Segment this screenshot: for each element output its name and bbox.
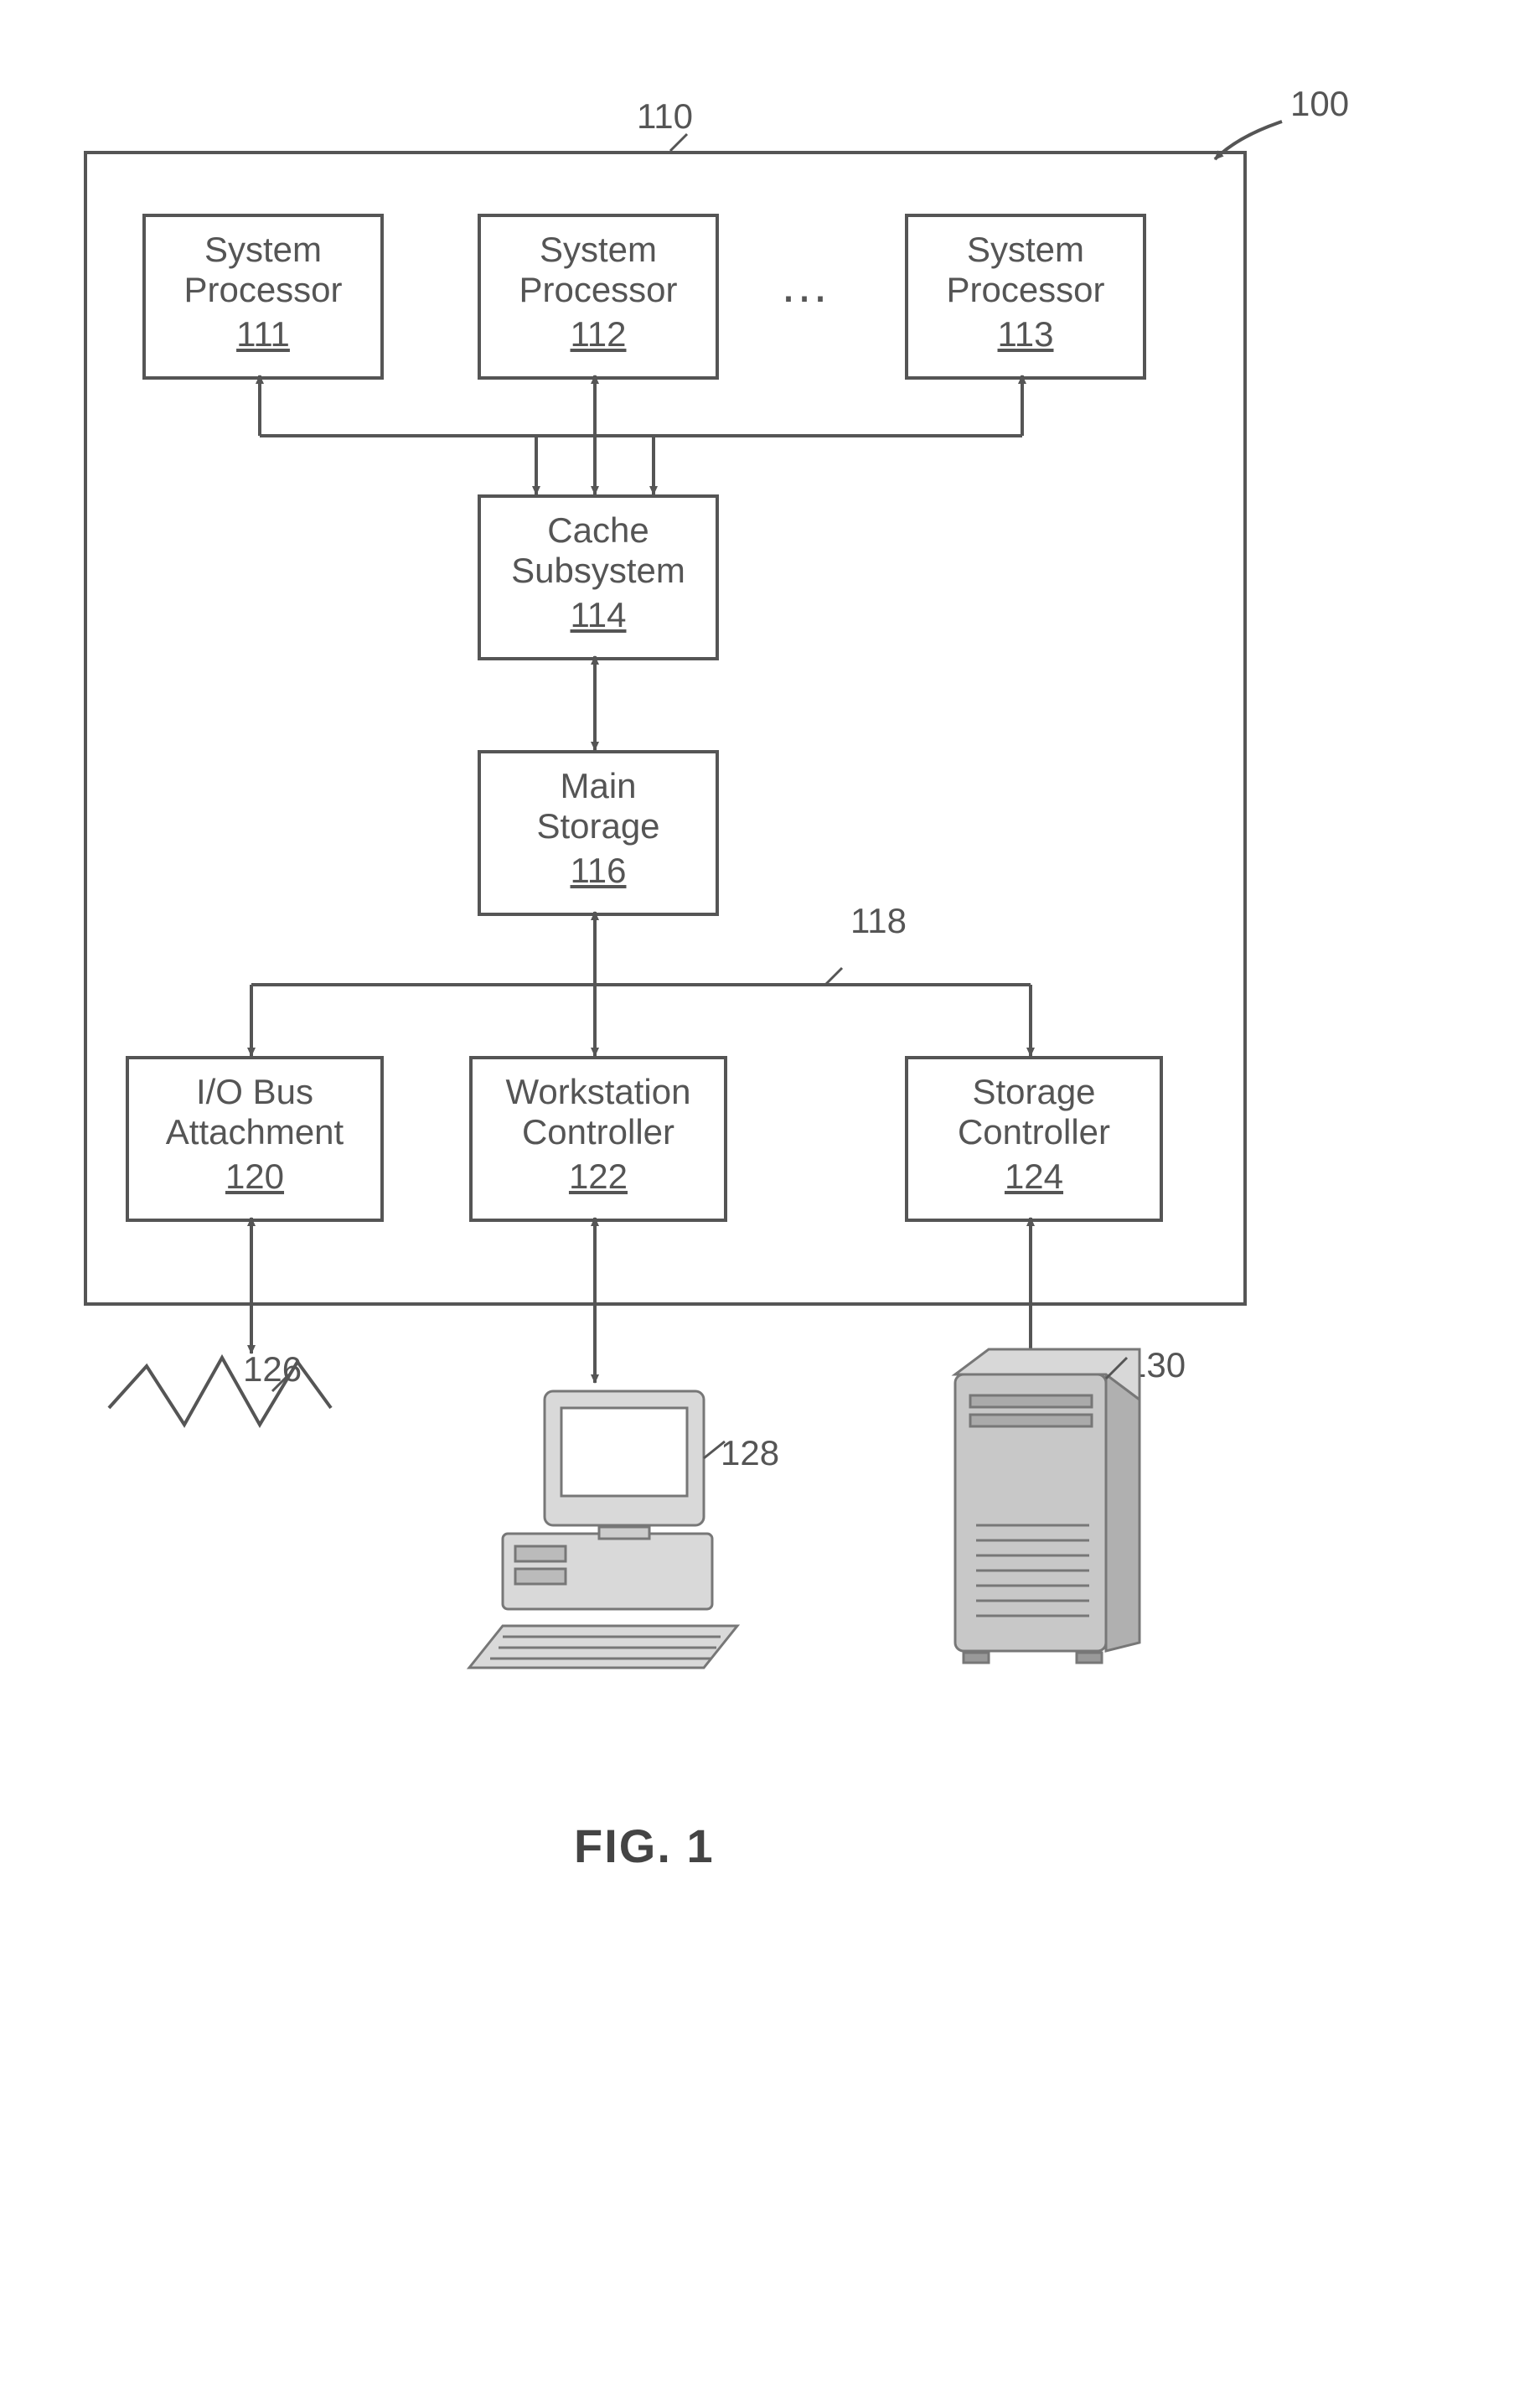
block-main-storage: Main Storage 116 — [478, 750, 719, 916]
ref-128: 128 — [721, 1433, 779, 1473]
block-cache-subsystem: Cache Subsystem 114 — [478, 494, 719, 660]
ref-100: 100 — [1290, 84, 1349, 124]
block-num: 122 — [473, 1157, 724, 1197]
storage-tower-icon — [955, 1349, 1139, 1663]
block-title: Cache Subsystem — [481, 510, 716, 592]
block-title: Main Storage — [481, 766, 716, 847]
block-title: System Processor — [908, 230, 1143, 311]
workstation-icon — [469, 1391, 737, 1668]
block-storage-controller: Storage Controller 124 — [905, 1056, 1163, 1222]
block-num: 112 — [481, 314, 716, 355]
block-num: 113 — [908, 314, 1143, 355]
block-title: System Processor — [146, 230, 380, 311]
block-workstation-controller: Workstation Controller 122 — [469, 1056, 727, 1222]
block-title: I/O Bus Attachment — [129, 1072, 380, 1153]
ref-126: 126 — [243, 1349, 302, 1390]
block-io-bus-attachment: I/O Bus Attachment 120 — [126, 1056, 384, 1222]
ref-110: 110 — [637, 96, 693, 137]
block-num: 124 — [908, 1157, 1160, 1197]
diagram-page: 100 110 System Processor 111 System Proc… — [0, 0, 1540, 2391]
block-num: 120 — [129, 1157, 380, 1197]
block-num: 111 — [146, 314, 380, 355]
block-num: 114 — [481, 595, 716, 635]
block-num: 116 — [481, 851, 716, 891]
block-title: System Processor — [481, 230, 716, 311]
ellipsis: … — [779, 256, 836, 313]
block-title: Workstation Controller — [473, 1072, 724, 1153]
ref-118: 118 — [850, 901, 907, 941]
block-system-processor-112: System Processor 112 — [478, 214, 719, 380]
block-system-processor-111: System Processor 111 — [142, 214, 384, 380]
figure-caption: FIG. 1 — [574, 1819, 715, 1873]
block-title: Storage Controller — [908, 1072, 1160, 1153]
block-system-processor-113: System Processor 113 — [905, 214, 1146, 380]
ref-130: 130 — [1127, 1345, 1186, 1385]
